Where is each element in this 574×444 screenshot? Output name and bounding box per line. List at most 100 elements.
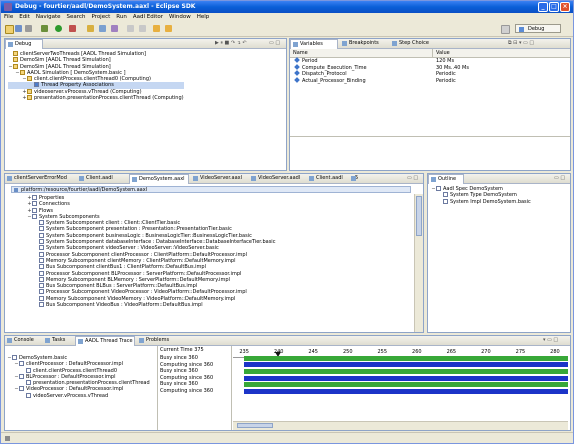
menu-run[interactable]: Run: [116, 14, 127, 20]
new-icon[interactable]: [5, 25, 14, 34]
editor-minimize-maximize-icon[interactable]: ▭ □: [407, 175, 418, 181]
tab-overflow[interactable]: »5: [349, 174, 365, 183]
menu-search[interactable]: Search: [67, 14, 86, 20]
tab-breakpoints[interactable]: Breakpoints: [340, 39, 388, 48]
menu-file[interactable]: File: [4, 14, 13, 20]
menu-help[interactable]: Help: [197, 14, 210, 20]
tree-node-icon: [39, 257, 44, 263]
menu-navigate[interactable]: Navigate: [36, 14, 61, 20]
timeline-horizontal-scrollbar[interactable]: [233, 421, 568, 430]
fast-view-icon[interactable]: [5, 436, 10, 441]
variables-toolbar-icon[interactable]: ⧉ ⊟ ▾ ▭ □: [508, 40, 534, 46]
column-name[interactable]: Name: [293, 49, 308, 57]
tree-node-icon: [13, 51, 18, 56]
tree-node-label: presentation.presentationProcess.clientT…: [33, 380, 150, 387]
menu-window[interactable]: Window: [169, 14, 191, 20]
tab-aadl-thread-trace[interactable]: AADL Thread Trace: [75, 336, 135, 346]
external-tools-icon[interactable]: [69, 25, 76, 32]
thread-state-label: Busy since 360: [160, 381, 198, 388]
debug-tree: clientServerTwoThreads [AADL Thread Simu…: [8, 51, 184, 101]
variables-rows: Period 120 Ms Compute_Execution_Time 30 Ms.…: [290, 57, 570, 85]
tab-videoserver-aadl[interactable]: VideoServer.aadl: [249, 174, 305, 183]
variable-row[interactable]: Actual_Processor_Binding Periodic: [290, 76, 570, 85]
timeline-chart: [233, 355, 568, 419]
minimize-button[interactable]: _: [538, 2, 548, 12]
tree-node-icon: [39, 276, 44, 282]
tab-step-choice[interactable]: Step Choice: [390, 39, 434, 48]
tab-demosystem-aaxl[interactable]: DemoSystem.aaxl: [129, 174, 189, 184]
tree-node-icon: [19, 386, 24, 392]
menu-edit[interactable]: Edit: [19, 14, 30, 20]
trace-tree-item[interactable]: videoServer.vProcess.vThread: [7, 392, 150, 399]
tab-outline[interactable]: Outline: [428, 174, 464, 184]
annotation-prev-icon[interactable]: [139, 25, 146, 32]
variable-name: Compute_Execution_Time: [302, 64, 367, 71]
editor-scroll-thumb[interactable]: [416, 196, 422, 236]
variable-row[interactable]: Period 120 Ms: [290, 57, 570, 65]
tree-node-label: Processor Subcomponent BLProcessor : Ser…: [46, 270, 242, 277]
tree-node-label: System Subcomponent databaseInterface : …: [46, 239, 276, 246]
timeline-scroll-thumb[interactable]: [237, 423, 273, 428]
tab-debug[interactable]: Debug: [5, 39, 43, 49]
debug-toolbar-controls-icon[interactable]: ▶ ⏸ ■ ↷ ↴ ↶: [215, 40, 247, 46]
menu-project[interactable]: Project: [91, 14, 110, 20]
view-minimize-maximize-icon[interactable]: ▭ □: [269, 40, 280, 46]
tab-client-aadl[interactable]: Client.aadl: [77, 174, 117, 183]
search-icon[interactable]: [111, 25, 118, 32]
debug-view: Debug ▶ ⏸ ■ ↷ ↴ ↶ ▭ □ clientServerTwoThr…: [4, 38, 287, 171]
outline-tree: − Aadl Spec DemoSystem System Type DemoSys…: [431, 186, 531, 205]
column-value[interactable]: Value: [432, 49, 450, 57]
tree-node-label: Memory Subcomponent clientMemory : Clien…: [46, 257, 236, 264]
tab-clientservererrormod[interactable]: clientServerErrorMod: [5, 174, 67, 183]
tab-tasks[interactable]: Tasks: [43, 336, 73, 345]
variable-row[interactable]: Dispatch_Protocol Periodic: [290, 70, 570, 78]
variables-table: Name Value Period 120 Ms Compute_Execution…: [290, 49, 570, 84]
tree-node-icon: [32, 207, 37, 213]
close-button[interactable]: ×: [560, 2, 570, 12]
window-title: Debug - fourtier/aadl/DemoSystem.aaxl - …: [15, 3, 196, 10]
tree-node-label: Thread Property Associations: [41, 82, 114, 89]
tree-node-icon: [27, 88, 32, 94]
debug-tree-item[interactable]: + presentation.presentationProcess.client…: [8, 95, 184, 101]
tree-node-label: System Subcomponent client : Client::Cli…: [46, 220, 181, 227]
variable-icon: [294, 63, 300, 70]
trace-view-menu-icon[interactable]: ▾ ▭ □: [543, 337, 558, 343]
open-task-icon[interactable]: [99, 25, 106, 32]
tab-client-aadl-2[interactable]: Client.aadl: [307, 174, 347, 183]
annotation-next-icon[interactable]: [127, 25, 134, 32]
variable-value: Periodic: [436, 71, 456, 78]
print-icon[interactable]: [25, 25, 32, 32]
tree-node-icon: [34, 82, 39, 88]
status-bar: [1, 432, 573, 443]
title-bar: Debug - fourtier/aadl/DemoSystem.aaxl - …: [1, 1, 573, 13]
thread-state-column: Busy since 360 Computing since 360 Busy si…: [160, 355, 213, 395]
maximize-button[interactable]: □: [549, 2, 559, 12]
tree-node-icon: [39, 302, 44, 308]
menu-aadl-editor[interactable]: Aadl Editor: [133, 14, 163, 20]
tree-node-label: VideoProcessor : DefaultProcessor.impl: [26, 386, 124, 393]
outline-minimize-maximize-icon[interactable]: ▭ □: [554, 175, 565, 181]
tree-node-label: DemoSystem.basic: [19, 355, 68, 361]
tab-console[interactable]: Console: [5, 336, 41, 345]
open-type-icon[interactable]: [87, 25, 94, 32]
tab-videoserver-aaxl[interactable]: VideoServer.aaxl: [191, 174, 247, 183]
back-icon[interactable]: [153, 25, 160, 32]
outline-tree-item[interactable]: System Impl DemoSystem.basic: [431, 198, 531, 205]
thread-activity-bar: [244, 355, 568, 361]
tree-node-label: DemoSim [AADL Thread Simulation]: [20, 57, 111, 64]
tree-node-icon: [12, 355, 17, 360]
debug-icon[interactable]: [41, 25, 48, 32]
open-perspective-icon[interactable]: [501, 25, 510, 34]
thread-state-label: Computing since 360: [160, 387, 214, 394]
run-icon[interactable]: [55, 25, 62, 32]
tree-node-icon: [32, 213, 37, 219]
debug-perspective-button[interactable]: Debug: [515, 24, 561, 33]
variable-name: Period: [302, 58, 318, 64]
tab-variables[interactable]: Variables: [290, 39, 338, 49]
variable-row[interactable]: Compute_Execution_Time 30 Ms..40 Ms: [290, 63, 570, 72]
tab-problems[interactable]: Problems: [137, 336, 175, 345]
model-tree-item[interactable]: Bus Subcomponent VideoBus : VideoPlatfor…: [27, 302, 275, 308]
save-icon[interactable]: [15, 25, 22, 32]
forward-icon[interactable]: [165, 25, 172, 32]
editor-vertical-scrollbar[interactable]: [414, 194, 423, 332]
